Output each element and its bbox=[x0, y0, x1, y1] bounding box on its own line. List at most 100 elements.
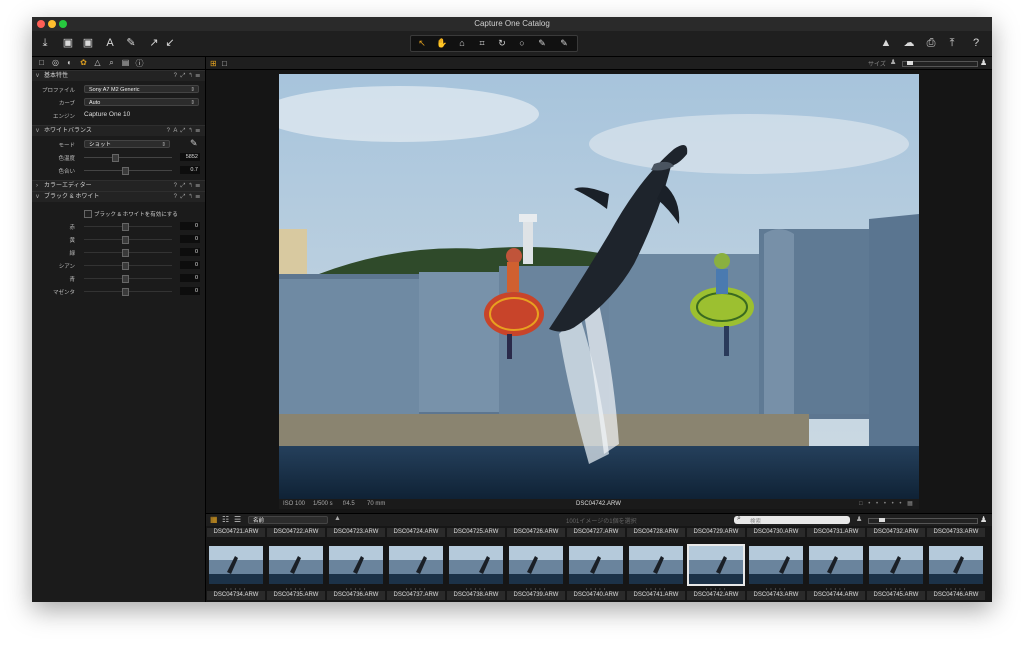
section-tools-icon[interactable]: ? ⤢ ↰ ☰ bbox=[174, 71, 201, 81]
slider-knob[interactable] bbox=[112, 154, 119, 162]
grid-view-icon[interactable]: ▦ bbox=[210, 515, 218, 524]
bw-channel-slider[interactable] bbox=[84, 236, 172, 244]
thumbnail-image[interactable] bbox=[809, 546, 863, 584]
thumbnail[interactable]: DSC04729.ARW • • • • • DSC04742.ARW bbox=[687, 528, 745, 600]
multi-view-icon[interactable]: ⊞ bbox=[210, 59, 217, 68]
thumbnail[interactable]: DSC04731.ARW • • • • • DSC04744.ARW bbox=[807, 528, 865, 600]
thumbnail[interactable]: DSC04728.ARW • • • • • DSC04741.ARW bbox=[627, 528, 685, 600]
bw-channel-value[interactable]: 0 bbox=[180, 287, 200, 295]
camera-icon[interactable]: ▣ bbox=[60, 36, 76, 50]
thumbnail-image[interactable] bbox=[209, 546, 263, 584]
wb-temp-value[interactable]: 5852 bbox=[180, 153, 200, 161]
profile-select[interactable]: Sony A7 M2 Generic ⇕ bbox=[84, 85, 199, 93]
bw-channel-slider[interactable] bbox=[84, 262, 172, 270]
user-icon[interactable]: ♟ bbox=[980, 515, 987, 524]
sort-select[interactable]: 名前 bbox=[248, 516, 328, 524]
thumbnail-image[interactable] bbox=[509, 546, 563, 584]
list-view-icon[interactable]: ☷ bbox=[222, 515, 229, 524]
color-editor-section-header[interactable]: › カラーエディター ? ⤢ ↰ ☰ bbox=[32, 180, 205, 191]
bw-channel-slider[interactable] bbox=[84, 275, 172, 283]
slider-knob[interactable] bbox=[122, 236, 129, 244]
crop-tool-icon[interactable]: ⌗ bbox=[473, 36, 491, 51]
thumbnail[interactable]: DSC04730.ARW • • • • • DSC04743.ARW bbox=[747, 528, 805, 600]
size-slider[interactable] bbox=[902, 61, 978, 67]
expand-icon[interactable]: ↙ bbox=[164, 36, 176, 50]
single-view-icon[interactable]: □ bbox=[222, 59, 227, 68]
curve-select[interactable]: Auto ⇕ bbox=[84, 98, 199, 106]
warning-icon[interactable]: ▲ bbox=[880, 36, 892, 50]
user-icon[interactable]: ♟ bbox=[980, 58, 987, 67]
thumbnail-image[interactable] bbox=[269, 546, 323, 584]
pan-tool-icon[interactable]: ✋ bbox=[433, 36, 451, 51]
section-tools-icon[interactable]: ? ⤢ ↰ ☰ bbox=[174, 181, 201, 191]
search-input[interactable]: ⌕ 検索 bbox=[734, 515, 850, 525]
bw-channel-slider[interactable] bbox=[84, 223, 172, 231]
color-tab-icon[interactable]: ✿ bbox=[78, 58, 89, 67]
thumbnail-image[interactable] bbox=[929, 546, 983, 584]
thumbnail[interactable]: DSC04722.ARW • • • • • DSC04735.ARW bbox=[267, 528, 325, 600]
basic-section-header[interactable]: v 基本特性 ? ⤢ ↰ ☰ bbox=[32, 70, 205, 81]
bw-channel-value[interactable]: 0 bbox=[180, 222, 200, 230]
thumbnail-image[interactable] bbox=[389, 546, 443, 584]
thumbnail-image[interactable] bbox=[687, 544, 745, 586]
wb-mode-select[interactable]: ショット ⇕ bbox=[84, 140, 170, 148]
eyedropper-icon[interactable]: ✎ bbox=[190, 138, 198, 149]
filmstrip-view-icon[interactable]: ☰ bbox=[234, 515, 241, 524]
slider-knob[interactable] bbox=[907, 61, 913, 65]
wb-section-header[interactable]: v ホワイトバランス ? A ⤢ ↰ ☰ bbox=[32, 125, 205, 136]
bw-section-header[interactable]: v ブラック & ホワイト ? ⤢ ↰ ☰ bbox=[32, 191, 205, 202]
wb-temp-slider[interactable] bbox=[84, 154, 172, 162]
thumbnail[interactable]: DSC04724.ARW • • • • • DSC04737.ARW bbox=[387, 528, 445, 600]
thumbnail-image[interactable] bbox=[629, 546, 683, 584]
thumbnail[interactable]: DSC04733.ARW • • • • • DSC04746.ARW bbox=[927, 528, 985, 600]
spot-tool-icon[interactable]: ○ bbox=[513, 36, 531, 51]
bw-channel-slider[interactable] bbox=[84, 288, 172, 296]
thumbnail-image[interactable] bbox=[869, 546, 923, 584]
thumb-size-slider[interactable] bbox=[868, 518, 978, 524]
slider-knob[interactable] bbox=[122, 275, 129, 283]
thumbnail-image[interactable] bbox=[329, 546, 383, 584]
picker-tool-icon[interactable]: ✎ bbox=[533, 36, 551, 51]
thumbnail[interactable]: DSC04726.ARW • • • • • DSC04739.ARW bbox=[507, 528, 565, 600]
bw-channel-value[interactable]: 0 bbox=[180, 261, 200, 269]
bw-channel-value[interactable]: 0 bbox=[180, 235, 200, 243]
slider-knob[interactable] bbox=[122, 262, 129, 270]
loupe-tool-icon[interactable]: ⌂ bbox=[453, 36, 471, 51]
exposure-tab-icon[interactable]: △ bbox=[92, 58, 103, 67]
wb-tint-slider[interactable] bbox=[84, 167, 172, 175]
main-photo[interactable] bbox=[279, 74, 919, 499]
thumbnail[interactable]: DSC04723.ARW • • • • • DSC04736.ARW bbox=[327, 528, 385, 600]
rating-icon[interactable]: □ • • • • • ▦ bbox=[859, 499, 915, 509]
slider-knob[interactable] bbox=[122, 288, 129, 296]
thumbnail-image[interactable] bbox=[449, 546, 503, 584]
details-tab-icon[interactable]: ⌕ bbox=[106, 58, 117, 68]
export-icon[interactable]: ⤒ bbox=[946, 36, 958, 50]
rotate-icon[interactable]: ↗ bbox=[148, 36, 160, 50]
slider-knob[interactable] bbox=[122, 223, 129, 231]
sort-direction-icon[interactable]: ▲ bbox=[334, 515, 341, 522]
wb-tint-value[interactable]: 0.7 bbox=[180, 166, 200, 174]
text-icon[interactable]: A bbox=[104, 36, 116, 50]
library-tab-icon[interactable]: □ bbox=[36, 58, 47, 67]
thumbnail[interactable]: DSC04732.ARW • • • • • DSC04745.ARW bbox=[867, 528, 925, 600]
slider-knob[interactable] bbox=[122, 167, 129, 175]
import-icon[interactable]: ⤓ bbox=[38, 36, 52, 50]
cloud-icon[interactable]: ☁ bbox=[900, 36, 918, 50]
bw-channel-value[interactable]: 0 bbox=[180, 248, 200, 256]
thumbnail[interactable]: DSC04725.ARW • • • • • DSC04738.ARW bbox=[447, 528, 505, 600]
bw-enable-checkbox[interactable] bbox=[84, 210, 92, 218]
rotate-tool-icon[interactable]: ↻ bbox=[493, 36, 511, 51]
print-icon[interactable]: ⎙ bbox=[924, 36, 938, 50]
help-icon[interactable]: ? bbox=[970, 36, 982, 50]
thumbnail[interactable]: DSC04721.ARW • • • • • DSC04734.ARW bbox=[207, 528, 265, 600]
bw-channel-value[interactable]: 0 bbox=[180, 274, 200, 282]
select-tool-icon[interactable]: ↖ bbox=[413, 36, 431, 51]
mask-tool-icon[interactable]: ✎ bbox=[555, 36, 573, 51]
slider-knob[interactable] bbox=[879, 518, 885, 522]
metadata-tab-icon[interactable]: ▤ bbox=[120, 58, 131, 67]
thumbnail[interactable]: DSC04727.ARW • • • • • DSC04740.ARW bbox=[567, 528, 625, 600]
lens-tab-icon[interactable]: ◐ bbox=[64, 58, 75, 67]
thumbnail-image[interactable] bbox=[569, 546, 623, 584]
capture-tab-icon[interactable]: ◎ bbox=[50, 58, 61, 67]
section-tools-icon[interactable]: ? A ⤢ ↰ ☰ bbox=[167, 126, 201, 136]
